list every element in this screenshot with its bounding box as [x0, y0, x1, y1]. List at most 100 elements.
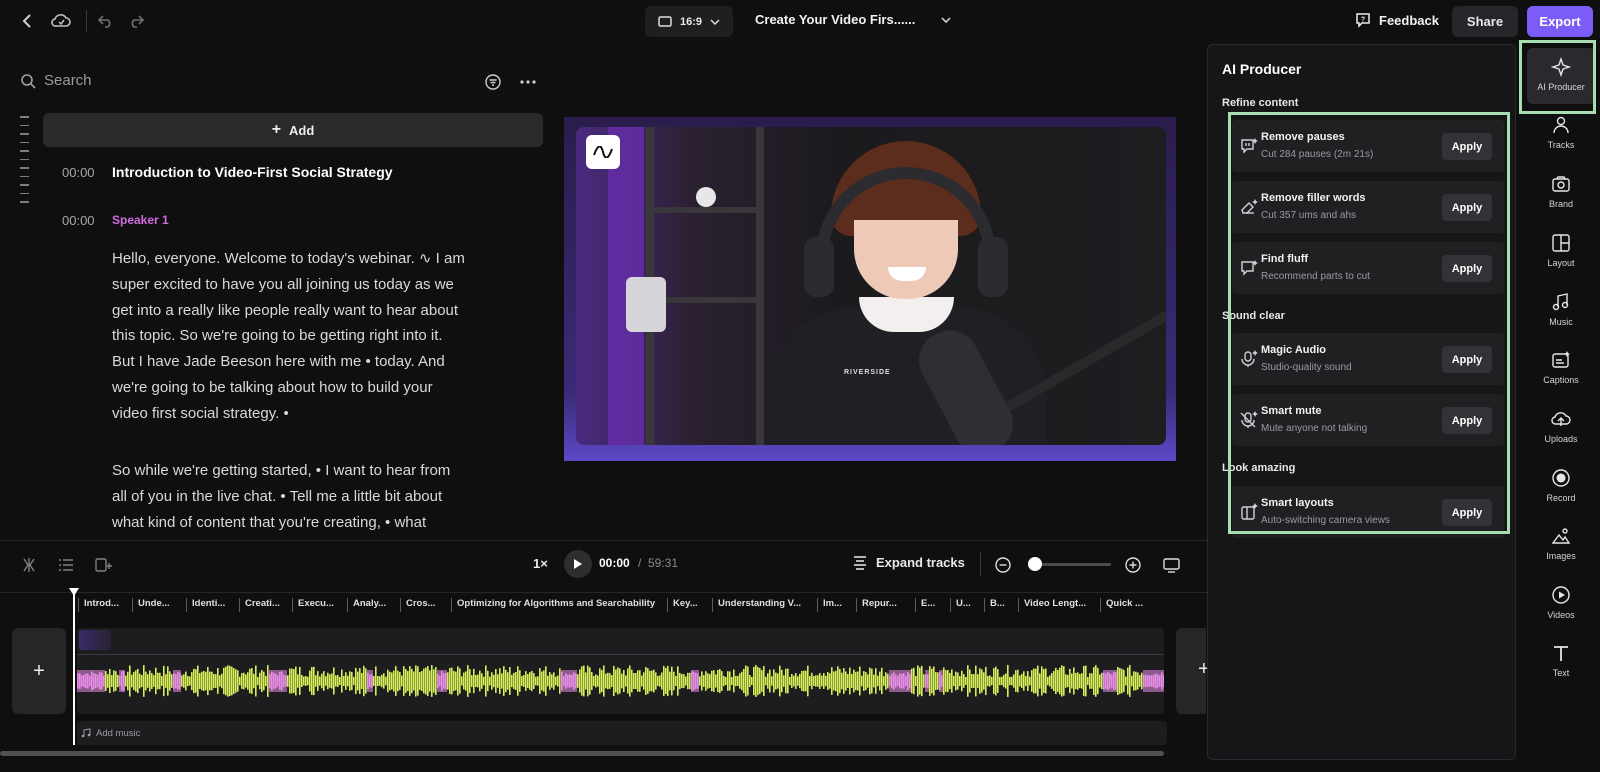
play-icon	[574, 559, 582, 569]
layout-sparkle-icon	[1239, 502, 1259, 522]
add-button[interactable]: + Add	[43, 113, 543, 147]
rail-captions[interactable]: Captions	[1527, 350, 1595, 406]
project-title-dropdown[interactable]: Create Your Video Firs......	[755, 12, 951, 27]
rail-music[interactable]: Music	[1527, 292, 1595, 348]
search-field[interactable]: Search	[20, 72, 92, 89]
chapter-marker[interactable]: Quick ...	[1100, 598, 1148, 612]
rail-images[interactable]: Images	[1527, 526, 1595, 582]
transcript-line: what kind of content that you're creatin…	[112, 513, 427, 531]
apply-button[interactable]: Apply	[1442, 346, 1492, 373]
timeline-scrollbar[interactable]	[0, 751, 1164, 756]
current-time: 00:00	[599, 556, 630, 570]
add-label: Add	[289, 122, 315, 138]
transcript-minimap[interactable]	[20, 116, 30, 210]
playhead[interactable]	[73, 590, 75, 745]
project-title: Create Your Video Firs......	[755, 12, 916, 27]
screen-fit-icon[interactable]	[1162, 556, 1180, 574]
speaker-timestamp[interactable]: 00:00	[62, 213, 95, 228]
rail-layout[interactable]: Layout	[1527, 233, 1595, 289]
clip-thumbnail	[79, 630, 111, 650]
rail-brand[interactable]: Brand	[1527, 174, 1595, 230]
divider	[0, 540, 1207, 541]
chevron-down-icon	[941, 16, 951, 23]
magic-audio-card[interactable]: Magic Audio Studio-quality sound Apply	[1232, 333, 1504, 385]
chapter-marker[interactable]: Identi...	[186, 598, 239, 612]
apply-button[interactable]: Apply	[1442, 133, 1492, 160]
apply-button[interactable]: Apply	[1442, 407, 1492, 434]
video-preview[interactable]: RIVERSIDE	[564, 117, 1176, 461]
apply-button[interactable]: Apply	[1442, 255, 1492, 282]
rail-label: Videos	[1547, 610, 1575, 620]
card-subtitle: Cut 284 pauses (2m 21s)	[1261, 149, 1374, 160]
chapter-marker[interactable]: Cros...	[400, 598, 451, 612]
card-title: Find fluff	[1261, 253, 1309, 265]
rail-tracks[interactable]: Tracks	[1527, 115, 1595, 171]
chapter-marker[interactable]: Creati...	[239, 598, 292, 612]
chapter-marker[interactable]: U...	[950, 598, 984, 612]
zoom-slider-handle[interactable]	[1028, 557, 1042, 571]
apply-button[interactable]: Apply	[1442, 499, 1492, 526]
chapter-markers[interactable]: Introd... Unde... Identi... Creati... Execu.…	[78, 598, 1168, 612]
redo-icon[interactable]	[127, 12, 145, 30]
card-title: Remove pauses	[1261, 131, 1345, 143]
captions-icon	[1552, 351, 1570, 368]
chapter-marker[interactable]: E...	[915, 598, 950, 612]
chapter-title[interactable]: Introduction to Video-First Social Strat…	[112, 164, 393, 180]
chapter-marker[interactable]: Optimizing for Algorithms and Searchabil…	[451, 598, 667, 612]
people-icon	[1553, 116, 1569, 134]
chapter-marker[interactable]: Analy...	[347, 598, 400, 612]
more-options-icon[interactable]	[519, 73, 537, 91]
list-icon[interactable]	[57, 556, 75, 574]
chapter-marker[interactable]: Unde...	[132, 598, 186, 612]
add-clip-icon[interactable]	[94, 556, 112, 574]
playback-rate[interactable]: 1×	[533, 556, 548, 571]
svg-text:?: ?	[1361, 17, 1365, 24]
find-fluff-card[interactable]: Find fluff Recommend parts to cut Apply	[1232, 242, 1504, 294]
chapter-marker[interactable]: Understanding V...	[712, 598, 817, 612]
chapter-marker[interactable]: Im...	[817, 598, 856, 612]
feedback-button[interactable]: ? Feedback	[1355, 12, 1439, 28]
smart-mute-card[interactable]: Smart mute Mute anyone not talking Apply	[1232, 394, 1504, 446]
chapter-timestamp[interactable]: 00:00	[62, 165, 95, 180]
rail-label: Record	[1546, 493, 1576, 503]
remove-filler-words-card[interactable]: Remove filler words Cut 357 ums and ahs …	[1232, 181, 1504, 233]
export-button[interactable]: Export	[1527, 6, 1593, 37]
expand-tracks-label: Expand tracks	[876, 554, 965, 570]
zoom-slider[interactable]	[1031, 563, 1111, 566]
chapter-marker[interactable]: Introd...	[78, 598, 132, 612]
zoom-out-icon[interactable]	[994, 556, 1012, 574]
add-music-label: Add music	[96, 727, 141, 739]
chapter-marker[interactable]: Execu...	[292, 598, 347, 612]
transcript-paragraph[interactable]: Hello, everyone. Welcome to today's webi…	[112, 246, 497, 427]
smart-layouts-card[interactable]: Smart layouts Auto-switching camera view…	[1232, 486, 1504, 538]
apply-button[interactable]: Apply	[1442, 194, 1492, 221]
share-button[interactable]: Share	[1452, 6, 1518, 37]
aspect-ratio-dropdown[interactable]: 16:9	[645, 6, 733, 37]
transcript-line: all of you in the live chat. • Tell me a…	[112, 487, 443, 505]
chapter-marker[interactable]: B...	[984, 598, 1018, 612]
back-arrow-icon[interactable]	[18, 12, 36, 30]
add-track-right-button[interactable]: +	[1176, 628, 1210, 714]
chapter-marker[interactable]: Video Lengt...	[1018, 598, 1100, 612]
rail-videos[interactable]: Videos	[1527, 585, 1595, 641]
add-track-button[interactable]: +	[12, 628, 66, 714]
rail-label: Tracks	[1547, 140, 1575, 150]
video-track[interactable]	[77, 628, 1164, 714]
rail-text[interactable]: Text	[1527, 643, 1595, 699]
chapter-marker[interactable]: Key...	[667, 598, 712, 612]
card-subtitle: Studio-quality sound	[1261, 362, 1352, 373]
split-icon[interactable]	[20, 556, 38, 574]
remove-pauses-card[interactable]: Remove pauses Cut 284 pauses (2m 21s) Ap…	[1232, 120, 1504, 172]
undo-icon[interactable]	[97, 12, 115, 30]
play-button[interactable]	[564, 550, 592, 578]
chapter-marker[interactable]: Repur...	[856, 598, 915, 612]
expand-tracks-button[interactable]: Expand tracks	[852, 554, 965, 570]
rail-uploads[interactable]: Uploads	[1527, 409, 1595, 465]
add-music-track[interactable]: Add music	[77, 721, 1167, 745]
transcript-paragraph[interactable]: So while we're getting started, • I want…	[112, 458, 497, 538]
cloud-sync-icon[interactable]	[50, 11, 72, 31]
speaker-name[interactable]: Speaker 1	[112, 213, 169, 227]
rail-record[interactable]: Record	[1527, 468, 1595, 524]
filter-icon[interactable]	[484, 73, 502, 91]
zoom-in-icon[interactable]	[1124, 556, 1142, 574]
